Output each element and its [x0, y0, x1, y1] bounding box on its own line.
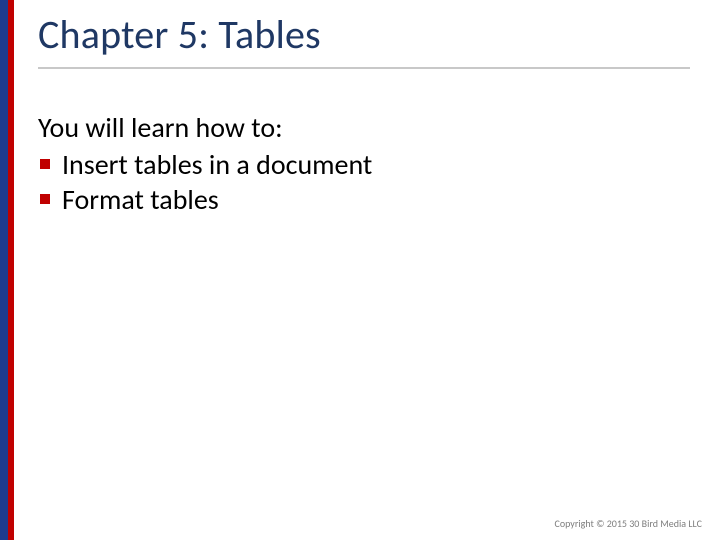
title-area: Chapter 5: Tables	[38, 10, 690, 69]
title-rule	[38, 67, 690, 69]
stripe-red	[8, 0, 14, 540]
bullet-list: Insert tables in a document Format table…	[38, 147, 680, 217]
intro-text: You will learn how to:	[38, 110, 680, 145]
list-item: Format tables	[38, 182, 680, 217]
content-area: You will learn how to: Insert tables in …	[38, 110, 680, 217]
list-item: Insert tables in a document	[38, 147, 680, 182]
stripe-blue	[0, 0, 8, 540]
slide: Chapter 5: Tables You will learn how to:…	[0, 0, 720, 540]
slide-title: Chapter 5: Tables	[38, 10, 690, 59]
side-stripe	[0, 0, 14, 540]
copyright-text: Copyright © 2015 30 Bird Media LLC	[555, 517, 703, 530]
